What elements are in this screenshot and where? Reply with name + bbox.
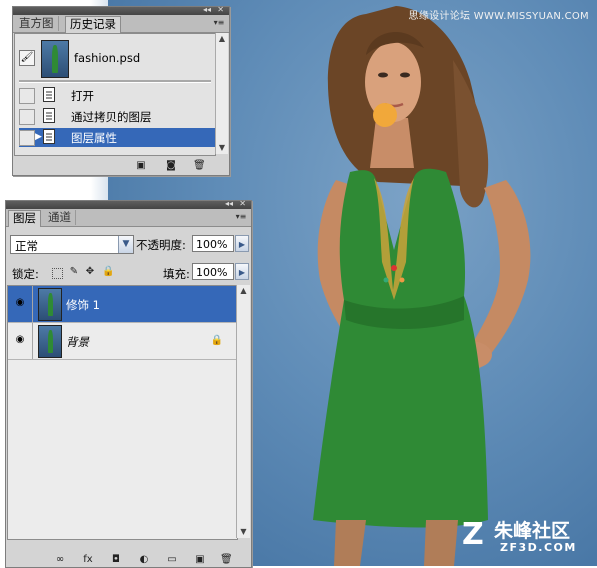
panel-titlebar[interactable]: ◂◂ ✕ — [6, 199, 251, 209]
history-brush-source-checkbox[interactable] — [19, 88, 35, 104]
history-state-icon — [43, 108, 55, 123]
camera-icon[interactable]: ◙ — [165, 160, 177, 171]
panel-menu-icon[interactable]: ▾≡ — [234, 212, 248, 222]
link-layers-icon[interactable]: ∞ — [54, 554, 66, 565]
history-scrollbar[interactable]: ▲ ▼ — [215, 33, 228, 154]
lock-fill-row: 锁定: ✎ ✥ 🔒 填充: 100% ▶ — [10, 263, 250, 283]
snapshot-thumbnail — [41, 40, 69, 78]
scroll-up-icon[interactable]: ▲ — [216, 33, 228, 45]
layer-name[interactable]: 背景 — [66, 334, 89, 350]
tab-layers[interactable]: 图层 — [8, 210, 41, 227]
scroll-down-icon[interactable]: ▼ — [237, 526, 250, 538]
layer-list: ◉ 修饰 1 ◉ 背景 🔒 — [7, 285, 238, 540]
layers-scrollbar[interactable]: ▲ ▼ — [236, 285, 250, 538]
divider — [32, 323, 33, 359]
layer-thumbnail — [38, 325, 62, 358]
history-tabs: 直方图 历史记录 ▾≡ — [13, 15, 229, 33]
history-item-label: 通过拷贝的图层 — [71, 110, 152, 124]
history-state-icon — [43, 129, 55, 144]
layer-name[interactable]: 修饰 1 — [66, 297, 100, 313]
divider — [19, 80, 211, 83]
layers-footer: ∞ fx ◘ ◐ ▭ ▣ 🗑 — [6, 551, 251, 567]
history-item-layer-properties[interactable]: ▶ 图层属性 — [19, 128, 215, 147]
new-layer-icon[interactable]: ▣ — [194, 554, 206, 565]
lock-brush-icon[interactable]: ✎ — [68, 266, 80, 278]
lock-all-icon[interactable]: 🔒 — [102, 266, 114, 278]
collapse-icon[interactable]: ◂◂ — [225, 199, 233, 208]
scroll-up-icon[interactable]: ▲ — [237, 285, 250, 297]
lock-label: 锁定: — [12, 267, 39, 281]
divider — [32, 286, 33, 322]
fill-label: 填充: — [163, 267, 190, 281]
history-list: 🖌 fashion.psd 打开 通过拷贝的图层 ▶ 图层属性 — [14, 33, 216, 156]
history-item-label: 打开 — [71, 89, 94, 103]
history-item-layer-via-copy[interactable]: 通过拷贝的图层 — [19, 107, 215, 126]
current-state-arrow-icon: ▶ — [35, 132, 42, 142]
watermark-logo: Z 朱峰社区 ZF3D.COM — [462, 516, 587, 558]
eye-icon[interactable]: ◉ — [13, 298, 27, 308]
lock-icon: 🔒 — [210, 335, 223, 346]
zf-logo-icon: Z — [462, 517, 484, 552]
opacity-slider-arrow-icon[interactable]: ▶ — [235, 235, 249, 252]
opacity-input[interactable]: 100% — [192, 235, 234, 252]
history-panel: ◂◂ ✕ 直方图 历史记录 ▾≡ 🖌 fashion.psd 打开 通过拷贝的图… — [12, 5, 230, 176]
tab-history[interactable]: 历史记录 — [65, 16, 121, 33]
history-brush-source-checkbox[interactable] — [19, 130, 35, 146]
blend-mode-value: 正常 — [15, 239, 38, 253]
lock-move-icon[interactable]: ✥ — [84, 266, 96, 278]
fill-input[interactable]: 100% — [192, 263, 234, 280]
watermark-brand-en: ZF3D.COM — [500, 541, 577, 554]
history-footer: ▣ ◙ 🗑 — [13, 157, 229, 175]
blend-opacity-row: 正常 ▼ 不透明度: 100% ▶ — [10, 235, 250, 255]
layer-row-background[interactable]: ◉ 背景 🔒 — [8, 323, 237, 360]
scroll-down-icon[interactable]: ▼ — [216, 142, 228, 154]
layers-panel: ◂◂ ✕ 图层 通道 ▾≡ 正常 ▼ 不透明度: 100% ▶ 锁定: ✎ ✥ … — [5, 199, 252, 568]
history-brush-source-checkbox[interactable] — [19, 109, 35, 125]
history-state-icon — [43, 87, 55, 102]
watermark-text: 思缘设计论坛 WWW.MISSYUAN.COM — [408, 11, 589, 22]
history-item-open[interactable]: 打开 — [19, 86, 215, 105]
blend-mode-select[interactable]: 正常 ▼ — [10, 235, 134, 254]
history-brush-source-checkbox[interactable]: 🖌 — [19, 50, 35, 66]
watermark-brand-cn: 朱峰社区 — [494, 520, 571, 542]
panel-titlebar[interactable]: ◂◂ ✕ — [13, 5, 229, 15]
chevron-down-icon[interactable]: ▼ — [118, 236, 133, 253]
trash-icon[interactable]: 🗑 — [193, 160, 206, 171]
tab-histogram[interactable]: 直方图 — [15, 16, 59, 31]
lock-transparent-icon[interactable] — [52, 268, 63, 279]
new-document-icon[interactable]: ▣ — [135, 160, 147, 171]
history-item-label: 图层属性 — [71, 131, 117, 145]
layer-thumbnail — [38, 288, 62, 321]
snapshot-name: fashion.psd — [74, 51, 141, 65]
fill-slider-arrow-icon[interactable]: ▶ — [235, 263, 249, 280]
adjustment-layer-icon[interactable]: ◐ — [138, 554, 150, 565]
layer-row-retouch[interactable]: ◉ 修饰 1 — [8, 286, 237, 323]
opacity-label: 不透明度: — [136, 238, 186, 252]
layers-tabs: 图层 通道 ▾≡ — [6, 209, 251, 227]
eye-icon[interactable]: ◉ — [13, 335, 27, 345]
new-group-icon[interactable]: ▭ — [166, 554, 178, 565]
close-icon[interactable]: ✕ — [239, 199, 246, 208]
tab-channels[interactable]: 通道 — [44, 210, 76, 225]
close-icon[interactable]: ✕ — [217, 5, 224, 14]
add-mask-icon[interactable]: ◘ — [110, 554, 122, 565]
layer-style-icon[interactable]: fx — [82, 554, 94, 565]
panel-menu-icon[interactable]: ▾≡ — [212, 18, 226, 28]
collapse-icon[interactable]: ◂◂ — [203, 5, 211, 14]
trash-icon[interactable]: 🗑 — [220, 554, 233, 565]
history-snapshot[interactable]: 🖌 fashion.psd — [19, 40, 209, 78]
